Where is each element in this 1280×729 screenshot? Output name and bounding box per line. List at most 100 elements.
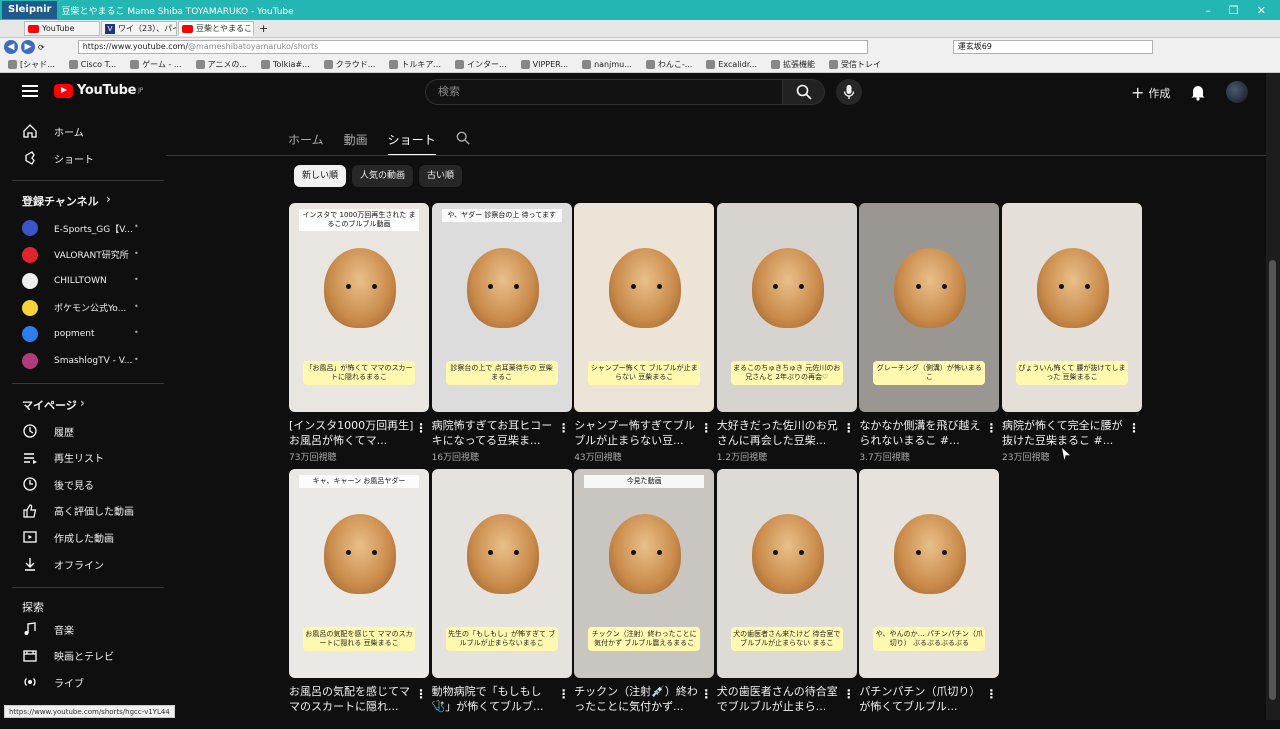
short-title[interactable]: [インスタ1000万回再生]お風呂が怖くてマ... bbox=[289, 418, 414, 448]
bookmark-item[interactable]: ゲーム - ... bbox=[130, 59, 182, 70]
tab-2[interactable]: ショート bbox=[387, 131, 436, 156]
notifications-button[interactable] bbox=[1190, 83, 1206, 105]
short-thumbnail[interactable]: 犬の歯医者さん来たけど 待合室で ブルブルが止まらない まるこ bbox=[716, 469, 857, 678]
browser-app-name[interactable]: Sleipnir bbox=[2, 1, 58, 19]
short-title[interactable]: 犬の歯医者さんの待合室でブルブルが止まら... bbox=[717, 684, 842, 714]
sidebar-item-history[interactable]: 履歴 bbox=[22, 421, 74, 441]
more-options-icon[interactable]: ⋮ bbox=[558, 687, 570, 701]
sidebar-item-home[interactable]: ホーム bbox=[22, 121, 84, 141]
bookmark-item[interactable]: アニメの... bbox=[195, 59, 247, 70]
sidebar-item-download[interactable]: オフライン bbox=[22, 554, 104, 574]
short-title[interactable]: シャンプー怖すぎてブルブルが止まらない豆... bbox=[574, 418, 699, 448]
bookmark-item[interactable]: nanjmu... bbox=[582, 59, 632, 69]
create-button[interactable]: + 作成 bbox=[1131, 83, 1170, 102]
short-card[interactable]: 犬の歯医者さん来たけど 待合室で ブルブルが止まらない まるこ犬の歯医者さんの待… bbox=[716, 469, 857, 729]
short-title[interactable]: なかなか側溝を飛び越えられないまるこ #... bbox=[859, 418, 984, 448]
short-card[interactable]: ぴょういん怖くて 腰が抜けてしまった 豆柴まるこ病院が怖くて完全に腰が抜けた豆柴… bbox=[1002, 203, 1142, 463]
bookmark-item[interactable]: VIPPER... bbox=[520, 59, 568, 69]
subscriptions-heading[interactable]: 登録チャンネル bbox=[22, 193, 99, 209]
bookmark-item[interactable]: [シャド... bbox=[8, 59, 55, 70]
bookmark-item[interactable]: Cisco T... bbox=[68, 59, 116, 69]
search-button[interactable] bbox=[783, 79, 825, 105]
short-title[interactable]: 動物病院で「もしもし🩺」が怖くてブルブ... bbox=[432, 684, 557, 714]
back-button[interactable]: ◀ bbox=[4, 40, 18, 54]
more-options-icon[interactable]: ⋮ bbox=[558, 421, 570, 435]
more-options-icon[interactable]: ⋮ bbox=[700, 687, 712, 701]
short-card[interactable]: や、やんのか… パチンパチン（爪切り） ぶるぶるぶるぶるパチンパチン（爪切り）が… bbox=[859, 469, 1000, 729]
browser-tab-active[interactable]: 豆柴とやまるこ M... bbox=[178, 21, 254, 36]
short-thumbnail[interactable]: シャンプー怖くて ブルブルが止まらない 豆柴まるこ bbox=[574, 203, 715, 412]
more-options-icon[interactable]: ⋮ bbox=[1128, 421, 1140, 435]
browser-search-field[interactable]: 運玄坂69 bbox=[952, 40, 1153, 54]
sidebar-item-movies[interactable]: 映画とテレビ bbox=[22, 646, 114, 666]
sidebar-item-like[interactable]: 高く評価した動画 bbox=[22, 501, 134, 521]
bookmark-item[interactable]: わんこ-... bbox=[645, 59, 692, 70]
address-field[interactable]: https://www.youtube.com/@mameshibatoyama… bbox=[77, 40, 868, 54]
sidebar-item-your-videos[interactable]: 作成した動画 bbox=[22, 527, 114, 547]
sidebar-item-watch-later[interactable]: 後で見る bbox=[22, 474, 94, 494]
sidebar-channel[interactable]: CHILLTOWN bbox=[22, 271, 107, 291]
short-thumbnail[interactable]: グレーチング（側溝）が怖いまるこ bbox=[859, 203, 1000, 412]
more-options-icon[interactable]: ⋮ bbox=[843, 687, 855, 701]
tab-1[interactable]: 動画 bbox=[344, 131, 368, 156]
short-thumbnail[interactable]: ぴょういん怖くて 腰が抜けてしまった 豆柴まるこ bbox=[1002, 203, 1142, 412]
new-tab-button[interactable]: + bbox=[259, 22, 268, 35]
more-options-icon[interactable]: ⋮ bbox=[843, 421, 855, 435]
chevron-right-icon[interactable]: › bbox=[106, 192, 111, 206]
bookmark-item[interactable]: トルキア... bbox=[389, 59, 441, 70]
short-card[interactable]: 今見た動画 チックン（注射）終わったことに気付かず ブルブル震えるまるこチックン（… bbox=[574, 469, 715, 729]
short-thumbnail[interactable]: や、ヤダー 診察台の上 待ってます 診察台の上で 点耳薬待ちの 豆柴まるこ bbox=[431, 203, 572, 412]
sidebar-channel[interactable]: ポケモン公式Yo... bbox=[22, 298, 126, 318]
short-title[interactable]: お風呂の気配を感じてママのスカートに隠れ... bbox=[289, 684, 414, 714]
chevron-right-icon[interactable]: › bbox=[80, 396, 85, 410]
more-options-icon[interactable]: ⋮ bbox=[415, 421, 427, 435]
short-thumbnail[interactable]: や、やんのか… パチンパチン（爪切り） ぶるぶるぶるぶる bbox=[859, 469, 1000, 678]
forward-button[interactable]: ▶ bbox=[21, 40, 35, 54]
tab-0[interactable]: ホーム bbox=[288, 131, 324, 156]
short-title[interactable]: 病院が怖くて完全に腰が抜けた豆柴まるこ #... bbox=[1002, 418, 1127, 448]
sidebar-channel[interactable]: popment bbox=[22, 324, 94, 344]
short-card[interactable]: グレーチング（側溝）が怖いまるこなかなか側溝を飛び越えられないまるこ #... ⋮… bbox=[859, 203, 1000, 463]
voice-search-button[interactable] bbox=[836, 79, 862, 105]
bookmark-item[interactable]: インター... bbox=[455, 59, 507, 70]
bookmark-item[interactable]: 拡張機能 bbox=[771, 59, 815, 70]
reload-icon[interactable]: ⟳ bbox=[38, 43, 45, 52]
short-title[interactable]: パチンパチン（爪切り）が怖くてブルブル... bbox=[859, 684, 984, 714]
more-options-icon[interactable]: ⋮ bbox=[985, 421, 997, 435]
youtube-logo[interactable]: YouTube JP bbox=[54, 83, 143, 98]
bookmark-item[interactable]: クラウド... bbox=[323, 59, 375, 70]
sidebar-channel[interactable]: SmashlogTV - V... bbox=[22, 351, 132, 371]
short-card[interactable]: や、ヤダー 診察台の上 待ってます 診察台の上で 点耳薬待ちの 豆柴まるこ病院怖す… bbox=[431, 203, 572, 463]
minimize-icon[interactable]: – bbox=[1205, 4, 1211, 17]
menu-icon[interactable] bbox=[22, 85, 38, 97]
sidebar-item-music[interactable]: 音楽 bbox=[22, 619, 74, 639]
short-title[interactable]: 病院怖すぎてお耳ヒコーキになってる豆柴ま... bbox=[432, 418, 557, 448]
channel-search-icon[interactable] bbox=[456, 131, 470, 156]
short-card[interactable]: まるこのちゅきちゅき 元佐川のお兄さんと 2年ぶりの再会♡ 大好きだった佐川のお兄… bbox=[716, 203, 857, 463]
more-options-icon[interactable]: ⋮ bbox=[415, 687, 427, 701]
sidebar-channel[interactable]: E-Sports_GG【V... bbox=[22, 218, 133, 238]
more-options-icon[interactable]: ⋮ bbox=[700, 421, 712, 435]
short-thumbnail[interactable]: まるこのちゅきちゅき 元佐川のお兄さんと 2年ぶりの再会♡ bbox=[716, 203, 857, 412]
search-input[interactable]: 検索 bbox=[425, 79, 783, 105]
sidebar-channel[interactable]: VALORANT研究所 bbox=[22, 245, 129, 265]
bookmark-item[interactable]: Tolkia#... bbox=[260, 59, 310, 69]
you-heading[interactable]: マイページ bbox=[22, 397, 77, 413]
short-thumbnail[interactable]: インスタで 1000万回再生された まるこのブルブル動画 「お風呂」が怖くて ママ… bbox=[289, 203, 429, 412]
short-title[interactable]: チックン（注射💉）終わったことに気付かず... bbox=[574, 684, 699, 714]
bookmark-item[interactable]: Excalidr... bbox=[706, 59, 757, 69]
browser-tab[interactable]: YouTube bbox=[24, 21, 100, 36]
bookmark-item[interactable]: 受信トレイ bbox=[829, 59, 881, 70]
sidebar-item-live[interactable]: ライブ bbox=[22, 672, 84, 692]
more-options-icon[interactable]: ⋮ bbox=[985, 687, 997, 701]
short-thumbnail[interactable]: 先生の「もしもし」が怖すぎて ブルブルが止まらないまるこ bbox=[431, 469, 572, 678]
short-card[interactable]: 先生の「もしもし」が怖すぎて ブルブルが止まらないまるこ動物病院で「もしもし🩺」… bbox=[431, 469, 572, 729]
sidebar-item-shorts[interactable]: ショート bbox=[22, 148, 94, 168]
short-card[interactable]: インスタで 1000万回再生された まるこのブルブル動画 「お風呂」が怖くて ママ… bbox=[289, 203, 429, 463]
avatar[interactable] bbox=[1226, 81, 1248, 103]
short-thumbnail[interactable]: 今見た動画 チックン（注射）終わったことに気付かず ブルブル震えるまるこ bbox=[574, 469, 715, 678]
short-card[interactable]: シャンプー怖くて ブルブルが止まらない 豆柴まるこシャンプー怖すぎてブルブルが止… bbox=[574, 203, 715, 463]
sidebar-item-playlist[interactable]: 再生リスト bbox=[22, 448, 104, 468]
browser-tab[interactable]: Vワイ（23）、パイ... bbox=[101, 21, 177, 36]
sort-chip[interactable]: 古い順 bbox=[419, 165, 463, 187]
